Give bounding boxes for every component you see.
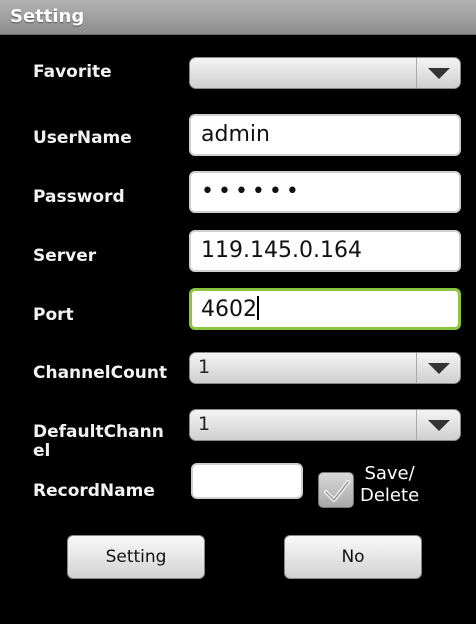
password-input[interactable]: •••••• [189,171,461,213]
username-label: UserName [33,128,132,148]
setting-button[interactable]: Setting [67,535,205,579]
server-input[interactable]: 119.145.0.164 [189,230,461,272]
window-title: Setting [10,6,85,27]
record-name-input[interactable] [191,463,303,499]
check-icon [324,480,350,502]
save-delete-checkbox[interactable] [318,472,354,508]
favorite-label: Favorite [33,62,112,82]
record-name-label: RecordName [33,481,155,501]
chevron-down-icon [416,410,460,440]
channel-count-dropdown[interactable]: 1 [189,352,461,384]
default-channel-value: 1 [198,413,211,435]
server-label: Server [33,246,97,266]
text-caret [257,296,259,320]
chevron-down-icon [416,58,460,88]
channel-count-value: 1 [198,356,211,378]
title-bar: Setting [0,0,476,35]
default-channel-label: DefaultChann el [33,422,164,461]
chevron-down-icon [416,353,460,383]
port-label: Port [33,305,74,325]
port-input[interactable]: 4602 [189,288,461,330]
channel-count-label: ChannelCount [33,363,168,383]
username-input[interactable]: admin [189,114,461,156]
no-button[interactable]: No [284,535,422,579]
default-channel-dropdown[interactable]: 1 [189,409,461,441]
password-label: Password [33,187,125,207]
port-value: 4602 [201,297,257,322]
save-delete-label: Save/ Delete [360,463,420,506]
favorite-dropdown[interactable] [189,57,461,89]
